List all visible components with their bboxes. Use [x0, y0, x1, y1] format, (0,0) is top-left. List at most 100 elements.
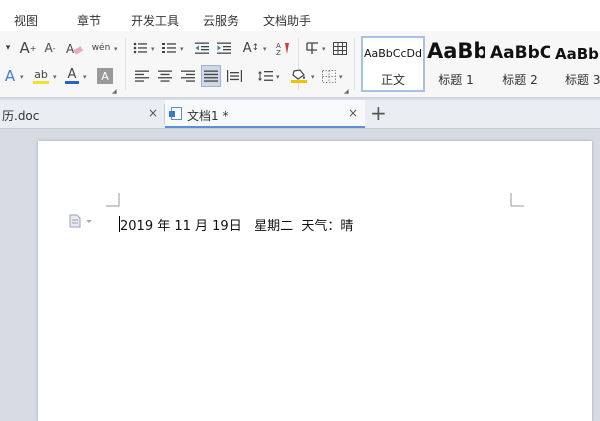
char-spacing-caret-icon[interactable]: ▾ [263, 45, 267, 53]
style-heading-3-label: 标题 3 [565, 73, 600, 87]
line-spacing-caret-icon[interactable]: ▾ [276, 73, 280, 81]
numbered-list-icon [162, 43, 176, 53]
decrease-indent-icon [195, 42, 209, 54]
char-spacing-label: A [242, 40, 252, 56]
sort-icon: A Z [276, 42, 289, 55]
menu-chapter[interactable]: 章节 [77, 12, 101, 29]
tab-document-1-title: 文档1 * [187, 109, 229, 123]
borders-icon [322, 69, 336, 83]
line-spacing-icon [257, 71, 273, 81]
document-tab-bar: 历.doc × 文档1 * × + [0, 100, 600, 129]
paint-bucket-icon [292, 69, 305, 80]
increase-indent-icon [217, 42, 231, 54]
svg-text:Z: Z [276, 49, 281, 55]
char-shading-label: A [101, 69, 109, 83]
shrink-font-label: A [44, 41, 53, 55]
bullet-list-caret-icon[interactable]: ▾ [151, 45, 155, 53]
style-normal-sample: AaBbCcDd [364, 47, 422, 60]
font-color-bar [65, 81, 79, 84]
borders-caret-icon[interactable]: ▾ [339, 73, 343, 81]
tab-resume-doc[interactable]: 历.doc × [0, 100, 164, 128]
bullet-list-button[interactable] [131, 38, 149, 58]
highlight-button[interactable]: ab [32, 66, 50, 86]
style-heading-1-label: 标题 1 [438, 73, 474, 87]
increase-indent-button[interactable] [215, 38, 233, 58]
margin-corner-top-left [106, 193, 120, 207]
style-heading-1-sample: AaBb [427, 39, 485, 63]
phonetic-guide-button[interactable]: wén [88, 38, 114, 58]
table-grid-icon [333, 41, 347, 55]
clear-format-button[interactable]: A [64, 38, 84, 58]
document-workspace: 2019 年 11 月 19日 星期二 天气：晴 [0, 129, 600, 421]
align-center-icon [158, 70, 172, 82]
tab-resume-doc-title: 历.doc [2, 109, 40, 123]
separator [125, 38, 126, 90]
show-marks-caret-icon[interactable]: ▾ [322, 45, 326, 53]
style-heading-3[interactable]: AaBb 标题 3 [555, 36, 600, 92]
text-cursor [119, 216, 120, 232]
menu-view[interactable]: 视图 [14, 12, 38, 29]
text-effect-label: A [4, 67, 16, 85]
style-heading-1[interactable]: AaBb 标题 1 [427, 36, 485, 92]
style-heading-2[interactable]: AaBbC 标题 2 [490, 36, 550, 92]
char-shading-button[interactable]: A [97, 68, 113, 84]
tab-document-1[interactable]: 文档1 * × [165, 100, 365, 128]
font-size-caret-icon[interactable]: ▾ [2, 38, 14, 58]
style-heading-2-label: 标题 2 [502, 73, 538, 87]
sort-button[interactable]: A Z [274, 38, 292, 58]
char-spacing-button[interactable]: A ↕ [240, 38, 262, 58]
close-icon[interactable]: × [348, 106, 358, 120]
paragraph-marks-icon [306, 42, 318, 54]
phonetic-guide-label: wén [91, 43, 111, 53]
paragraph-handle-icon[interactable] [69, 214, 95, 228]
distribute-button[interactable] [225, 66, 243, 86]
highlight-caret-icon[interactable]: ▾ [53, 73, 57, 81]
shading-color-bar [291, 80, 307, 83]
line-spacing-button[interactable] [256, 66, 274, 86]
close-icon[interactable]: × [148, 106, 158, 120]
document-page[interactable]: 2019 年 11 月 19日 星期二 天气：晴 [38, 141, 592, 421]
align-center-button[interactable] [156, 66, 174, 86]
style-normal-label: 正文 [380, 73, 405, 87]
menu-cloud-service[interactable]: 云服务 [203, 12, 239, 29]
decrease-indent-button[interactable] [193, 38, 211, 58]
align-left-button[interactable] [133, 66, 151, 86]
borders-button[interactable] [321, 66, 337, 86]
align-left-icon [135, 70, 149, 82]
menu-developer-tools[interactable]: 开发工具 [131, 12, 179, 29]
numbered-list-caret-icon[interactable]: ▾ [180, 45, 184, 53]
phonetic-caret-icon[interactable]: ▾ [114, 45, 118, 53]
font-color-button[interactable]: A [64, 66, 80, 86]
clear-format-icon: A [66, 42, 83, 56]
align-right-icon [181, 70, 195, 82]
font-group-launcher-icon[interactable]: ◢ [112, 88, 117, 95]
style-heading-2-sample: AaBbC [490, 43, 550, 63]
justify-button[interactable] [201, 65, 221, 87]
font-color-caret-icon[interactable]: ▾ [83, 73, 87, 81]
style-heading-3-sample: AaBb [555, 45, 599, 63]
align-right-button[interactable] [179, 66, 197, 86]
grow-font-button[interactable]: A + [18, 38, 38, 58]
separator [354, 38, 355, 90]
paragraph-shading-caret-icon[interactable]: ▾ [311, 73, 315, 81]
paragraph-shading-button[interactable] [289, 66, 309, 86]
grow-font-label: A [19, 39, 30, 57]
menu-document-assistant[interactable]: 文档助手 [263, 12, 311, 29]
distributed-align-icon [226, 70, 242, 82]
highlight-label: ab [34, 67, 48, 81]
font-color-label: A [67, 67, 77, 82]
numbered-list-button[interactable] [160, 38, 178, 58]
text-effect-caret-icon[interactable]: ▾ [20, 73, 24, 81]
new-tab-button[interactable]: + [370, 101, 387, 125]
word-document-icon [169, 107, 182, 120]
style-normal[interactable]: AaBbCcDd 正文 [361, 36, 425, 92]
text-effect-button[interactable]: A [2, 66, 18, 86]
table-button[interactable] [331, 38, 349, 58]
document-text-line[interactable]: 2019 年 11 月 19日 星期二 天气：晴 [120, 215, 353, 234]
highlight-color-bar [33, 80, 49, 84]
paragraph-group-launcher-icon[interactable]: ◢ [344, 88, 349, 95]
shrink-font-button[interactable]: A- [41, 38, 59, 58]
bullet-list-icon [133, 42, 147, 54]
margin-corner-top-right [510, 193, 524, 207]
show-marks-button[interactable] [303, 38, 321, 58]
